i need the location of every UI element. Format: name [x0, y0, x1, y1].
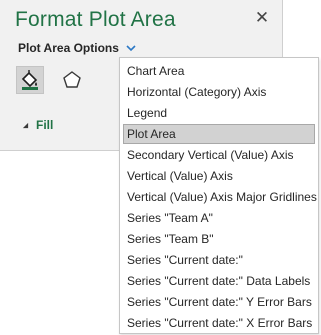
menu-item-series-current-date-y-error[interactable]: Series "Current date:" Y Error Bars — [123, 292, 315, 312]
menu-item-horizontal-axis[interactable]: Horizontal (Category) Axis — [123, 82, 315, 102]
menu-item-vertical-axis-gridlines[interactable]: Vertical (Value) Axis Major Gridlines — [123, 187, 317, 207]
menu-item-chart-area[interactable]: Chart Area — [123, 61, 315, 81]
pane-title: Format Plot Area — [15, 8, 176, 31]
collapsed-triangle-icon — [22, 122, 29, 128]
menu-item-series-team-b[interactable]: Series "Team B" — [123, 229, 315, 249]
plot-area-options-menu: Chart Area Horizontal (Category) Axis Le… — [119, 57, 319, 334]
fill-section-label: Fill — [36, 118, 54, 132]
menu-item-vertical-axis[interactable]: Vertical (Value) Axis — [123, 166, 315, 186]
menu-item-legend[interactable]: Legend — [123, 103, 315, 123]
fill-section-header[interactable]: Fill — [22, 118, 53, 132]
menu-item-series-current-date-x-error[interactable]: Series "Current date:" X Error Bars — [123, 313, 315, 333]
menu-item-series-team-a[interactable]: Series "Team A" — [123, 208, 315, 228]
options-label: Plot Area Options — [18, 41, 119, 55]
close-icon[interactable]: ✕ — [252, 8, 272, 28]
menu-item-plot-area[interactable]: Plot Area — [123, 124, 315, 144]
menu-item-series-current-date[interactable]: Series "Current date:" — [123, 250, 315, 270]
chevron-down-icon — [126, 45, 136, 52]
menu-item-series-current-date-labels[interactable]: Series "Current date:" Data Labels — [123, 271, 315, 291]
effects-pentagon-icon[interactable] — [58, 66, 86, 94]
plot-area-options-dropdown[interactable]: Plot Area Options — [18, 40, 136, 56]
menu-item-secondary-vertical-axis[interactable]: Secondary Vertical (Value) Axis — [123, 145, 315, 165]
fill-line-icon[interactable] — [16, 66, 44, 94]
